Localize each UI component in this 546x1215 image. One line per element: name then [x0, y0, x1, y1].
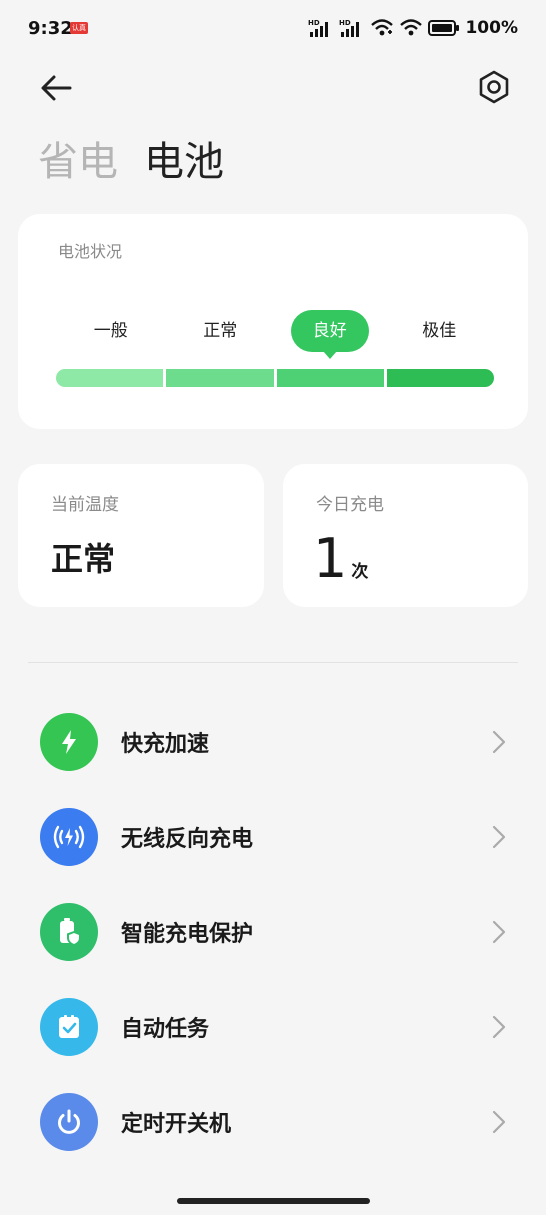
- arrow-left-icon: [41, 75, 72, 101]
- wireless-reverse-charge-icon: [53, 825, 85, 849]
- chevron-right-icon: [492, 1110, 506, 1134]
- settings-button[interactable]: [474, 67, 514, 107]
- back-button[interactable]: [36, 68, 76, 108]
- charge-count-unit: 次: [351, 562, 369, 582]
- temperature-label: 当前温度: [51, 495, 119, 515]
- battery-health-card: 电池状况 一般 正常 良好 极佳: [18, 214, 528, 429]
- wifi-icon: [400, 19, 423, 36]
- signal-hd-icon-2: HD: [339, 19, 360, 37]
- signal-hd-icon: HD: [308, 19, 329, 37]
- battery-shield-icon-circle: [40, 903, 98, 961]
- status-time: 9:32: [28, 18, 73, 39]
- battery-shield-icon: [60, 918, 81, 946]
- chevron-right-icon: [492, 1015, 506, 1039]
- list-item-label: 定时开关机: [121, 1112, 232, 1137]
- battery-health-label: 电池状况: [58, 242, 123, 261]
- health-bar-segment: [166, 369, 274, 387]
- battery-icon: [428, 20, 460, 36]
- chevron-right-icon: [492, 825, 506, 849]
- temperature-value: 正常: [51, 540, 116, 578]
- health-bar: [56, 369, 494, 387]
- list-item-label: 快充加速: [121, 732, 210, 757]
- status-icons: HD HD 100%: [308, 17, 518, 39]
- health-level-1: 正常: [203, 321, 238, 341]
- settings-hex-icon: [479, 70, 509, 104]
- health-bar-segment: [276, 369, 384, 387]
- charge-today-card[interactable]: 今日充电 1 次: [283, 464, 528, 607]
- charge-count-number: 1: [313, 527, 348, 590]
- health-bar-segment: [386, 369, 494, 387]
- list-item-fast-charge[interactable]: 快充加速: [0, 697, 546, 787]
- notification-badge: 认真: [70, 22, 88, 34]
- title-tabs: 省电 电池: [38, 134, 224, 190]
- tab-power-saving[interactable]: 省电: [38, 134, 118, 190]
- divider: [28, 662, 518, 663]
- list-item-wireless-reverse[interactable]: 无线反向充电: [0, 792, 546, 882]
- chevron-right-icon: [492, 920, 506, 944]
- hotspot-icon: [371, 19, 394, 36]
- task-icon-circle: [40, 998, 98, 1056]
- health-level-2: 良好: [290, 310, 369, 352]
- health-level-pointer: [322, 351, 337, 359]
- list-item-auto-tasks[interactable]: 自动任务: [0, 982, 546, 1072]
- tab-battery[interactable]: 电池: [144, 134, 224, 190]
- list-item-smart-charge-protection[interactable]: 智能充电保护: [0, 887, 546, 977]
- chevron-right-icon: [492, 730, 506, 754]
- temperature-card[interactable]: 当前温度 正常: [18, 464, 264, 607]
- list-item-label: 自动任务: [121, 1017, 210, 1042]
- lightning-icon: [62, 730, 76, 754]
- charge-count: 1 次: [313, 532, 368, 586]
- svg-text:HD: HD: [339, 19, 351, 27]
- power-icon-circle: [40, 1093, 98, 1151]
- home-indicator[interactable]: [177, 1198, 370, 1204]
- fast-charge-icon-circle: [40, 713, 98, 771]
- battery-percent: 100%: [465, 18, 518, 38]
- power-icon: [58, 1109, 80, 1134]
- svg-text:HD: HD: [308, 19, 320, 27]
- task-check-icon: [59, 1015, 79, 1038]
- list-item-scheduled-power[interactable]: 定时开关机: [0, 1077, 546, 1167]
- list-item-label: 无线反向充电: [121, 827, 254, 852]
- status-bar: 9:32 认真 HD HD 100%: [0, 0, 546, 58]
- health-level-0: 一般: [93, 321, 128, 341]
- health-bar-segment: [56, 369, 164, 387]
- wireless-icon-circle: [40, 808, 98, 866]
- health-level-3: 极佳: [422, 321, 457, 341]
- list-item-label: 智能充电保护: [121, 922, 254, 947]
- charge-today-label: 今日充电: [316, 495, 384, 515]
